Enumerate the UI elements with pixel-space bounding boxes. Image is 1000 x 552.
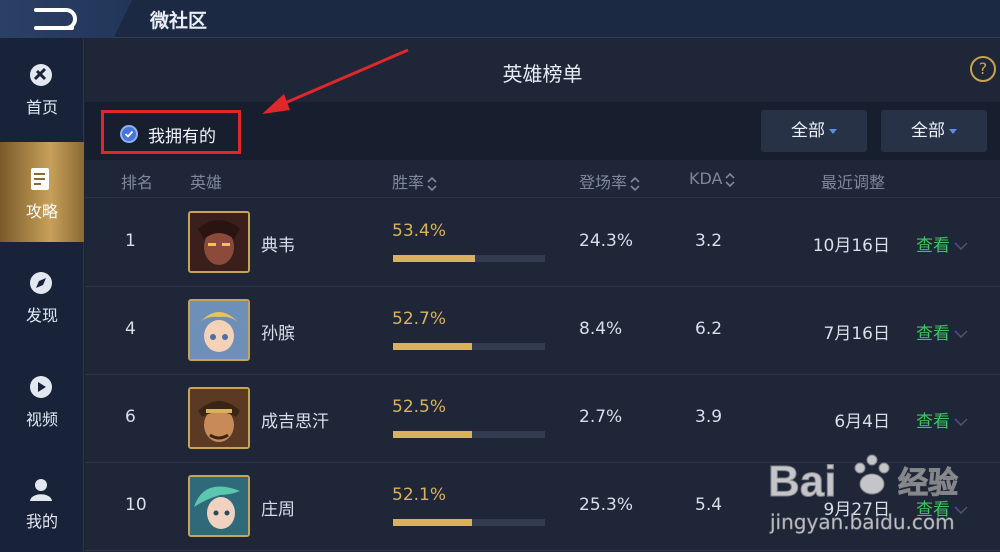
winrate-bar	[393, 343, 545, 350]
sidebar-item-video[interactable]: 视频	[0, 350, 84, 450]
sort-icon	[725, 172, 736, 187]
filter-bar: 我拥有的 全部 全部	[85, 102, 1000, 160]
view-details-button[interactable]: 查看	[916, 319, 968, 344]
help-button[interactable]: ?	[970, 56, 996, 82]
back-arrow-icon	[34, 8, 77, 30]
view-label: 查看	[916, 324, 950, 344]
sidebar: 首页 攻略 发现 视频 我的	[0, 38, 84, 552]
page-title: 英雄榜单	[502, 62, 583, 86]
chevron-down-icon	[954, 330, 968, 339]
view-label: 查看	[916, 412, 950, 432]
watermark-brand: 经验	[898, 466, 959, 502]
table-header: 排名 英雄 胜率 登场率 KDA 最近调整	[85, 160, 1000, 198]
hero-name: 典韦	[261, 236, 295, 256]
sidebar-item-home[interactable]: 首页	[0, 38, 84, 138]
hero-avatar	[188, 475, 250, 537]
annotation-arrow-icon	[262, 48, 409, 114]
view-details-button[interactable]: 查看	[916, 407, 968, 432]
sidebar-item-label: 攻略	[25, 202, 58, 221]
hero-name: 庄周	[261, 500, 295, 520]
table-row[interactable]: 1 典韦 53.4% 24.3% 3.2 10月16日 查看	[85, 199, 1000, 287]
caret-down-icon	[949, 128, 957, 134]
hero-name: 成吉思汗	[261, 412, 329, 432]
header-kda[interactable]: KDA	[689, 169, 736, 188]
winrate-bar	[393, 431, 545, 438]
sort-icon	[427, 176, 437, 191]
header-hero: 英雄	[190, 173, 223, 192]
winrate-cell: 52.7%	[392, 309, 447, 329]
sidebar-item-discover[interactable]: 发现	[0, 246, 84, 346]
pickrate-cell: 25.3%	[579, 495, 634, 515]
hero-avatar	[188, 299, 250, 361]
rank-cell: 10	[125, 495, 147, 515]
pickrate-cell: 2.7%	[579, 407, 623, 427]
rank-cell: 4	[125, 319, 136, 339]
view-details-button[interactable]: 查看	[916, 231, 968, 256]
header-updated: 最近调整	[821, 173, 886, 192]
dropdown-value: 全部	[791, 121, 825, 141]
updated-cell: 7月16日	[823, 324, 890, 344]
rank-cell: 6	[125, 407, 136, 427]
kda-cell: 3.2	[695, 231, 723, 251]
check-icon	[120, 125, 138, 143]
chevron-down-icon	[954, 418, 968, 427]
header-kda-label: KDA	[689, 169, 723, 188]
compass-icon	[30, 272, 52, 294]
kda-cell: 5.4	[695, 495, 723, 515]
hero-avatar	[188, 211, 250, 273]
svg-text:Bai: Bai	[768, 457, 836, 506]
rank-cell: 1	[125, 231, 136, 251]
chevron-down-icon	[954, 242, 968, 251]
winrate-bar-fill	[393, 431, 473, 438]
app-title: 微社区	[150, 10, 208, 32]
winrate-bar-fill	[393, 519, 473, 526]
caret-down-icon	[829, 128, 837, 134]
home-icon	[30, 64, 52, 86]
watermark: Bai 经验 jingyan.baidu.com	[768, 438, 1000, 552]
winrate-bar	[393, 519, 545, 526]
winrate-cell: 53.4%	[392, 221, 447, 241]
pickrate-cell: 8.4%	[579, 319, 623, 339]
table-row[interactable]: 4 孙膑 52.7% 8.4% 6.2 7月16日 查看	[85, 287, 1000, 375]
sidebar-item-label: 发现	[25, 306, 58, 325]
sidebar-item-label: 首页	[25, 98, 58, 117]
sort-icon	[630, 176, 640, 191]
user-icon	[30, 479, 52, 501]
sidebar-item-label: 我的	[25, 512, 58, 531]
kda-cell: 6.2	[695, 319, 723, 339]
hero-avatar	[188, 387, 250, 449]
top-bar: 微社区	[0, 0, 1000, 38]
header-winrate-label: 胜率	[392, 173, 425, 192]
dropdown-value: 全部	[911, 121, 945, 141]
header-rank: 排名	[121, 173, 154, 192]
guide-icon	[31, 168, 49, 190]
hero-name: 孙膑	[261, 324, 295, 344]
sidebar-item-label: 视频	[25, 410, 58, 429]
owned-heroes-label: 我拥有的	[148, 127, 216, 147]
back-button[interactable]	[0, 0, 132, 38]
kda-cell: 3.9	[695, 407, 723, 427]
winrate-bar-fill	[393, 343, 473, 350]
winrate-bar	[393, 255, 545, 262]
filter-dropdown-1[interactable]: 全部	[761, 110, 867, 152]
paw-logo-icon: Bai	[768, 454, 890, 507]
header-pickrate-label: 登场率	[579, 173, 628, 192]
updated-cell: 6月4日	[834, 412, 890, 432]
sidebar-item-me[interactable]: 我的	[0, 452, 84, 552]
owned-heroes-checkbox[interactable]: 我拥有的	[101, 110, 241, 154]
header-pickrate[interactable]: 登场率	[579, 169, 640, 193]
winrate-bar-fill	[393, 255, 476, 262]
watermark-url: jingyan.baidu.com	[770, 510, 955, 535]
view-label: 查看	[916, 236, 950, 256]
sidebar-item-guide[interactable]: 攻略	[0, 142, 84, 242]
updated-cell: 10月16日	[812, 236, 890, 256]
play-icon	[30, 376, 52, 398]
pickrate-cell: 24.3%	[579, 231, 634, 251]
winrate-cell: 52.5%	[392, 397, 447, 417]
header-winrate[interactable]: 胜率	[392, 169, 437, 193]
filter-dropdown-2[interactable]: 全部	[881, 110, 987, 152]
winrate-cell: 52.1%	[392, 485, 447, 505]
